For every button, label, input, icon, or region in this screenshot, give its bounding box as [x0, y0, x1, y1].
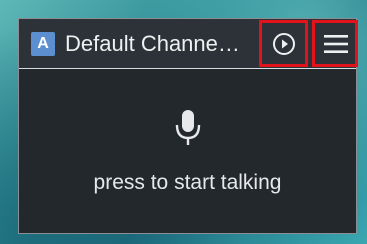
app-badge-icon[interactable]: A: [31, 32, 55, 56]
widget-header: A Default Channe…: [19, 19, 358, 69]
play-button[interactable]: [259, 20, 308, 67]
hamburger-menu-icon: [324, 35, 348, 53]
microphone-icon: [175, 110, 201, 145]
menu-button[interactable]: [312, 20, 358, 67]
talk-label: press to start talking: [93, 171, 282, 194]
push-to-talk-area[interactable]: press to start talking: [19, 69, 356, 235]
play-circle-icon: [273, 33, 295, 55]
walkie-talkie-widget: A Default Channe… press to start talking: [18, 18, 358, 235]
channel-title[interactable]: Default Channe…: [65, 30, 275, 58]
